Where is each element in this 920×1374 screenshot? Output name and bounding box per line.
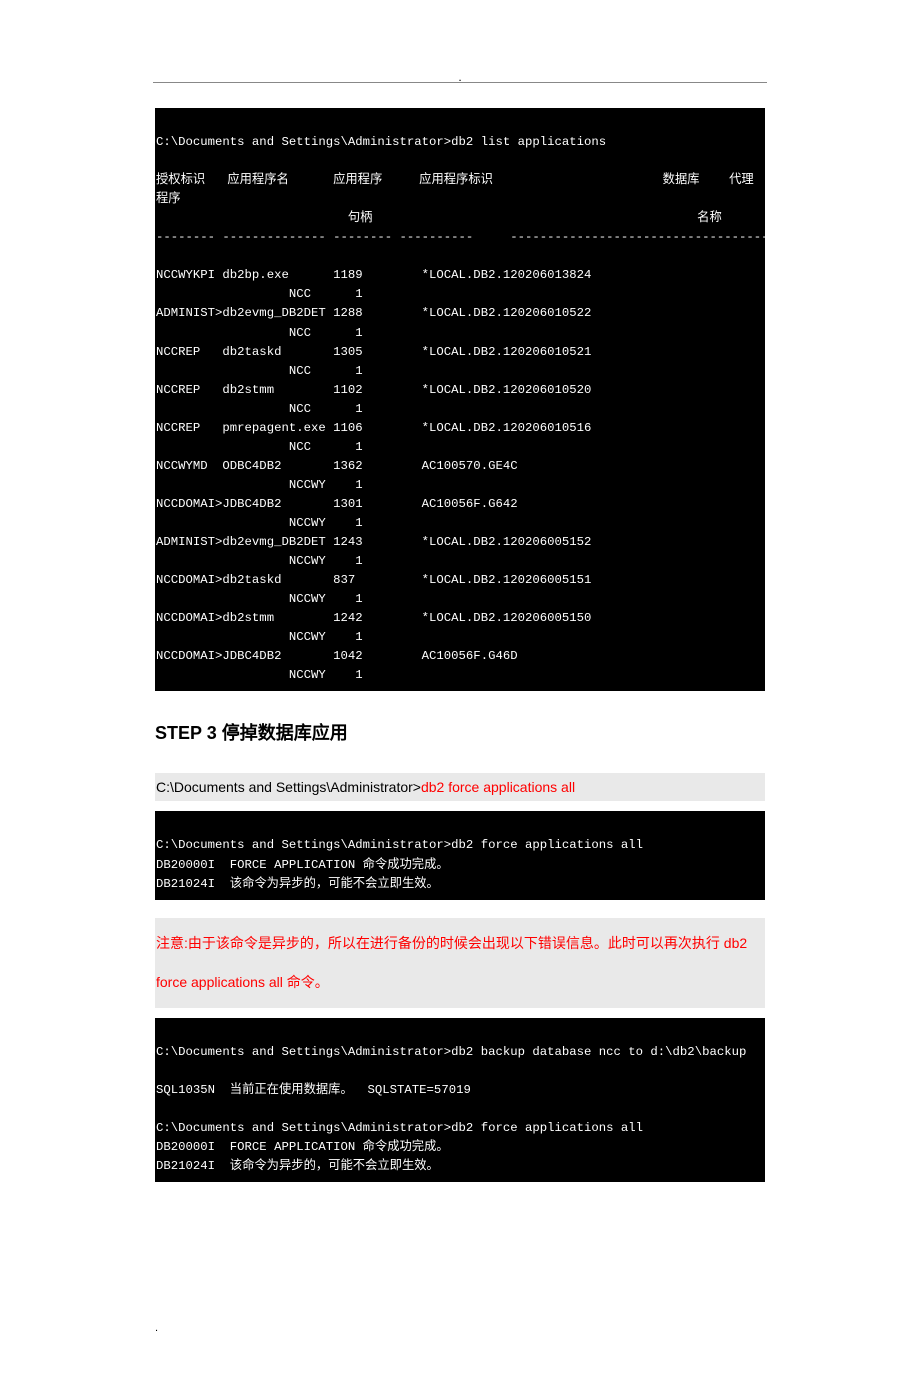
term2-l1: C:\Documents and Settings\Administrator>… [156,838,643,852]
term1-hdr3: 句柄 名称 序号 [156,211,791,225]
term3-l2: SQL1035N 当前正在使用数据库。 SQLSTATE=57019 [156,1083,471,1097]
term3-l1: C:\Documents and Settings\Administrator>… [156,1045,746,1059]
term1-row: NCCWYKPI db2bp.exe 1189 *LOCAL.DB2.12020… [156,268,591,282]
term1-cmd: C:\Documents and Settings\Administrator>… [156,135,606,149]
term1-row: NCC 1 [156,402,363,416]
term2-l2: DB20000I FORCE APPLICATION 命令成功完成。 [156,858,449,872]
top-dot: . [0,70,920,84]
footer-dot: . [155,1322,920,1334]
term1-row: NCCWY 1 [156,554,363,568]
cmd-red: db2 force applications all [421,779,575,795]
terminal-backup-error: C:\Documents and Settings\Administrator>… [155,1018,765,1182]
term1-row: NCCWY 1 [156,630,363,644]
term1-row: NCC 1 [156,440,363,454]
term1-row: NCCWY 1 [156,516,363,530]
terminal-list-apps: C:\Documents and Settings\Administrator>… [155,108,765,691]
step3-cmd-line: C:\Documents and Settings\Administrator>… [155,773,765,801]
term1-row: NCC 1 [156,364,363,378]
term1-row: NCCDOMAI>JDBC4DB2 1042 AC10056F.G46D [156,649,518,663]
term1-row: NCCWY 1 [156,668,363,682]
term1-row: NCCDOMAI>db2taskd 837 *LOCAL.DB2.1202060… [156,573,591,587]
term1-hdr2: 程序 [156,192,778,206]
term1-row: NCCWYMD ODBC4DB2 1362 AC100570.GE4C [156,459,518,473]
term3-l3: C:\Documents and Settings\Administrator>… [156,1121,643,1135]
term1-row: NCCWY 1 [156,478,363,492]
term1-row: NCCREP pmrepagent.exe 1106 *LOCAL.DB2.12… [156,421,591,435]
term1-sep: -------- -------------- -------- -------… [156,230,783,244]
term1-row: ADMINIST>db2evmg_DB2DET 1288 *LOCAL.DB2.… [156,306,591,320]
term3-l5: DB21024I 该命令为异步的，可能不会立即生效。 [156,1159,439,1173]
document-page: . C:\Documents and Settings\Administrato… [0,0,920,1374]
term1-row: NCCDOMAI>JDBC4DB2 1301 AC10056F.G642 [156,497,518,511]
term1-row: NCC 1 [156,287,363,301]
term1-row: NCCDOMAI>db2stmm 1242 *LOCAL.DB2.1202060… [156,611,591,625]
step3-heading: STEP 3 停掉数据库应用 [155,719,765,745]
term3-l4: DB20000I FORCE APPLICATION 命令成功完成。 [156,1140,449,1154]
cmd-prefix: C:\Documents and Settings\Administrator> [156,779,421,795]
term1-row: NCC 1 [156,326,363,340]
term1-row: ADMINIST>db2evmg_DB2DET 1243 *LOCAL.DB2.… [156,535,591,549]
warning-note: 注意:由于该命令是异步的，所以在进行备份的时候会出现以下错误信息。此时可以再次执… [155,918,765,1008]
term1-row: NCCREP db2taskd 1305 *LOCAL.DB2.12020601… [156,345,591,359]
content-area: C:\Documents and Settings\Administrator>… [155,82,765,1182]
term1-hdr1: 授权标识 应用程序名 应用程序 应用程序标识 数据库 代理 [156,173,754,187]
term2-l3: DB21024I 该命令为异步的，可能不会立即生效。 [156,877,439,891]
terminal-force-apps: C:\Documents and Settings\Administrator>… [155,811,765,899]
term1-row: NCCREP db2stmm 1102 *LOCAL.DB2.120206010… [156,383,591,397]
term1-row: NCCWY 1 [156,592,363,606]
